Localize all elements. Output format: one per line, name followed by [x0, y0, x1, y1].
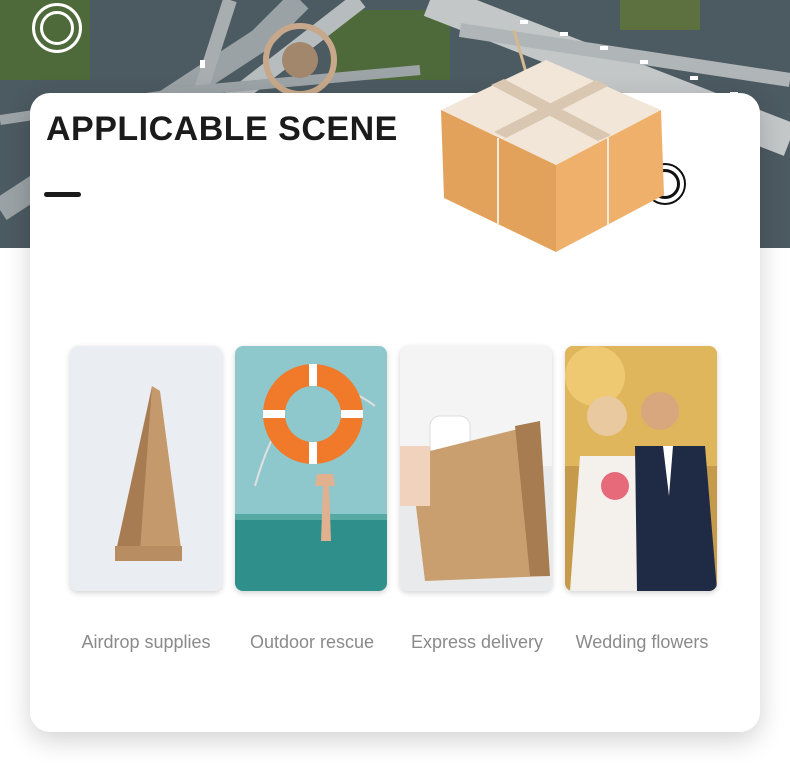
scene-label-delivery: Express delivery: [410, 632, 544, 652]
scene-label-wedding: Wedding flowers: [575, 632, 709, 652]
scene-label-airdrop: Airdrop supplies: [81, 632, 211, 652]
scene-tile-wedding: [565, 346, 717, 591]
decorative-ring-icon: [32, 3, 82, 53]
title-underline: [44, 192, 81, 197]
scene-tile-rescue: [235, 346, 387, 591]
scene-label-rescue: Outdoor rescue: [249, 632, 375, 652]
delivery-bag-icon: [400, 346, 552, 591]
scene-tile-airdrop: [70, 346, 222, 591]
section-title: APPLICABLE SCENE: [46, 110, 398, 148]
scene-tile-delivery: [400, 346, 552, 591]
paper-bag-icon: [70, 346, 222, 591]
cardboard-box-image: [436, 29, 676, 255]
wedding-couple-icon: [565, 346, 717, 591]
lifebuoy-icon: [235, 346, 387, 591]
